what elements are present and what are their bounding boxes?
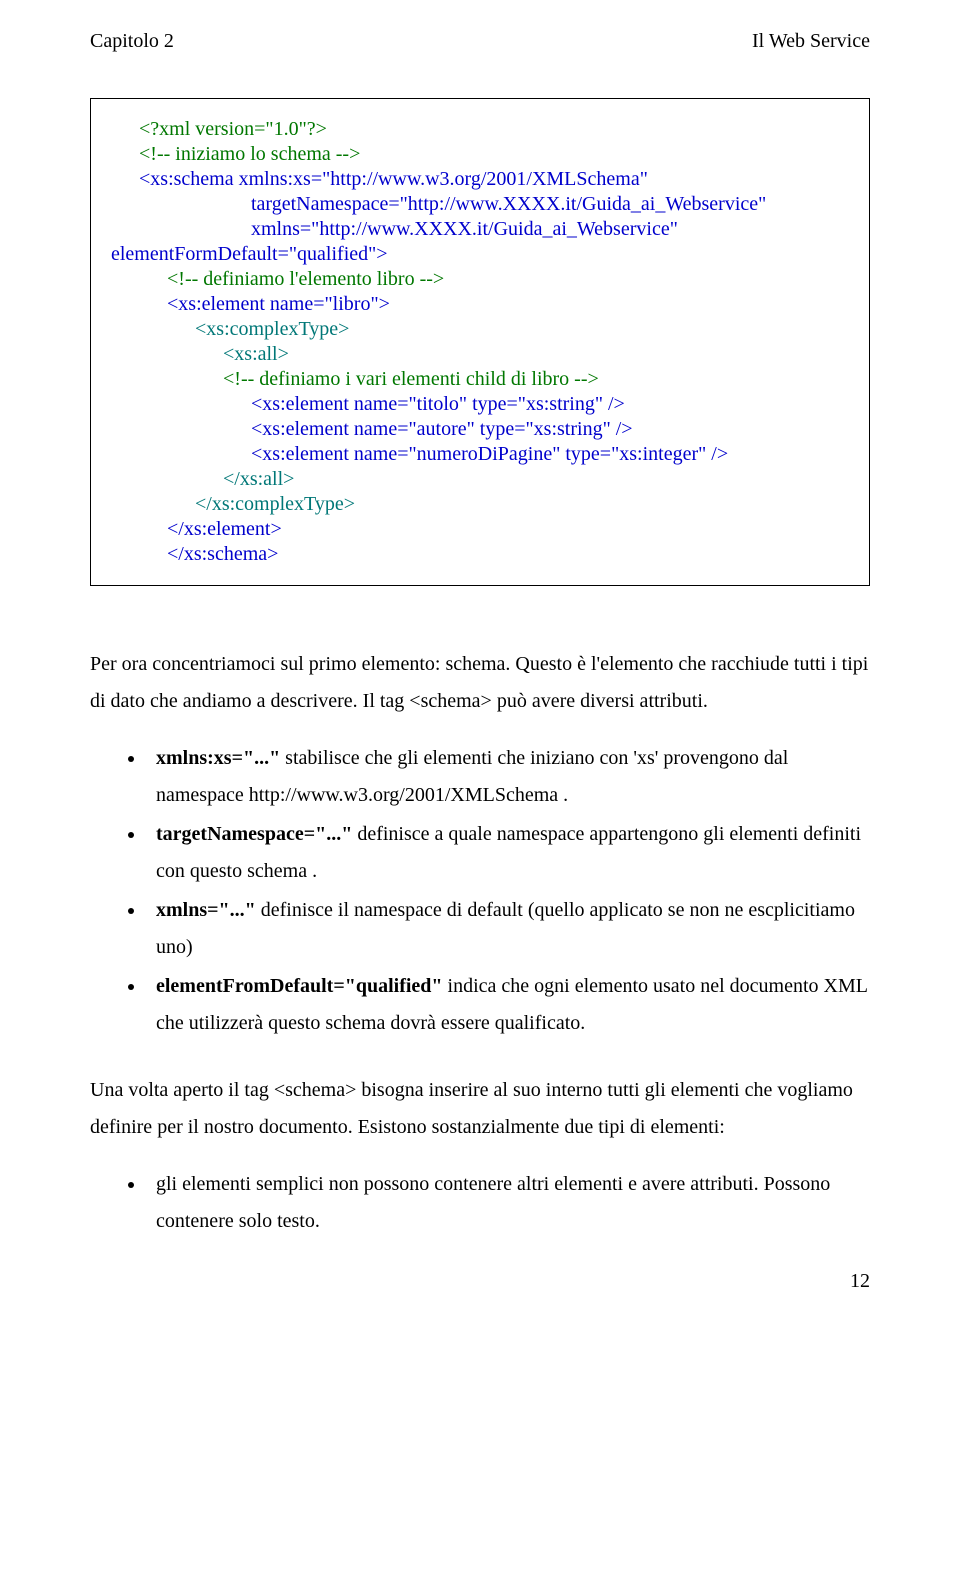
code-line: <xs:all>: [111, 342, 289, 367]
list-item: gli elementi semplici non possono conten…: [146, 1166, 870, 1240]
code-line: </xs:element>: [111, 517, 282, 542]
paragraph: Una volta aperto il tag <schema> bisogna…: [90, 1072, 870, 1146]
list-item-bold: xmlns:xs="...": [156, 747, 280, 769]
code-line: </xs:all>: [111, 467, 294, 492]
code-line: targetNamespace="http://www.XXXX.it/Guid…: [111, 192, 766, 217]
code-line: <xs:complexType>: [111, 317, 349, 342]
code-line: <xs:element name="numeroDiPagine" type="…: [111, 442, 728, 467]
list-item: elementFromDefault="qualified" indica ch…: [146, 968, 870, 1042]
list-item-text: definisce il namespace di default (quell…: [156, 899, 855, 958]
list-item: targetNamespace="..." definisce a quale …: [146, 816, 870, 890]
list-item-text: gli elementi semplici non possono conten…: [156, 1173, 830, 1232]
code-line: xmlns="http://www.XXXX.it/Guida_ai_Webse…: [111, 217, 678, 242]
code-line: <?xml version="1.0"?>: [111, 117, 327, 142]
code-line: elementFormDefault="qualified">: [111, 242, 388, 267]
page: Capitolo 2 Il Web Service <?xml version=…: [0, 0, 960, 1323]
page-header: Capitolo 2 Il Web Service: [90, 30, 870, 53]
attribute-list: xmlns:xs="..." stabilisce che gli elemen…: [90, 740, 870, 1042]
code-line: <xs:element name="autore" type="xs:strin…: [111, 417, 633, 442]
list-item-bold: targetNamespace="...": [156, 823, 352, 845]
code-block: <?xml version="1.0"?> <!-- iniziamo lo s…: [90, 98, 870, 586]
code-line: <!-- iniziamo lo schema -->: [111, 142, 360, 167]
element-types-list: gli elementi semplici non possono conten…: [90, 1166, 870, 1240]
code-line: <xs:schema xmlns:xs="http://www.w3.org/2…: [111, 167, 648, 192]
paragraph: Per ora concentriamoci sul primo element…: [90, 646, 870, 720]
header-right: Il Web Service: [752, 30, 870, 53]
code-line: </xs:complexType>: [111, 492, 355, 517]
code-line: <xs:element name="libro">: [111, 292, 390, 317]
code-line: <!-- definiamo l'elemento libro -->: [111, 267, 444, 292]
page-number: 12: [90, 1270, 870, 1293]
list-item-bold: xmlns="...": [156, 899, 256, 921]
header-left: Capitolo 2: [90, 30, 174, 53]
code-line: <xs:element name="titolo" type="xs:strin…: [111, 392, 625, 417]
list-item: xmlns="..." definisce il namespace di de…: [146, 892, 870, 966]
code-line: <!-- definiamo i vari elementi child di …: [111, 367, 599, 392]
list-item-bold: elementFromDefault="qualified": [156, 975, 443, 997]
code-line: </xs:schema>: [111, 542, 278, 567]
list-item: xmlns:xs="..." stabilisce che gli elemen…: [146, 740, 870, 814]
